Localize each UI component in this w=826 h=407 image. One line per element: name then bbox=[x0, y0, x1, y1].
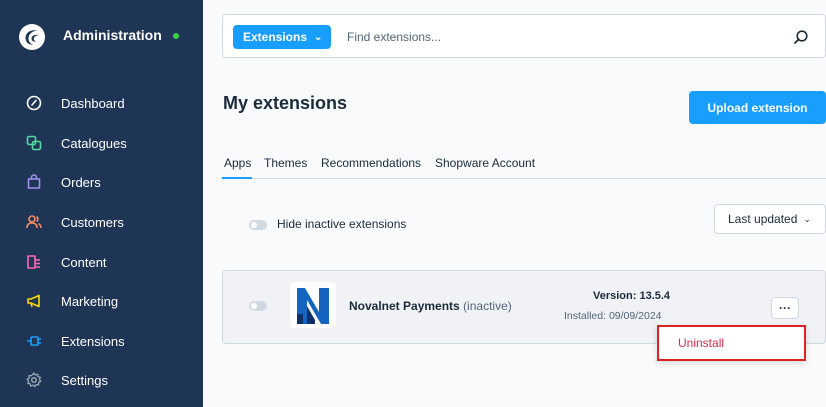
extension-installed-date: Installed: 09/09/2024 bbox=[564, 310, 662, 322]
dashboard-icon bbox=[25, 94, 43, 112]
more-dots-icon: ··· bbox=[779, 301, 791, 315]
sort-select-value: Last updated bbox=[728, 212, 798, 226]
tab-themes[interactable]: Themes bbox=[264, 156, 307, 170]
upload-extension-button[interactable]: Upload extension bbox=[689, 91, 826, 124]
novalnet-logo-icon bbox=[297, 288, 329, 324]
extension-status: (inactive) bbox=[463, 299, 512, 313]
extension-tabs: Apps Themes Recommendations Shopware Acc… bbox=[222, 155, 826, 179]
context-menu: Uninstall bbox=[657, 325, 806, 361]
brand-title: Administration bbox=[63, 27, 162, 43]
sidebar-item-marketing[interactable]: Marketing bbox=[0, 284, 203, 318]
uninstall-menu-item[interactable]: Uninstall bbox=[678, 336, 724, 350]
hide-inactive-label: Hide inactive extensions bbox=[277, 217, 407, 231]
marketing-icon bbox=[25, 292, 43, 310]
global-search-bar: Extensions ⌄ bbox=[222, 14, 826, 58]
chevron-down-icon: ⌄ bbox=[803, 213, 811, 224]
tab-apps[interactable]: Apps bbox=[224, 156, 251, 170]
search-input[interactable] bbox=[347, 27, 767, 47]
sidebar-item-label: Orders bbox=[61, 174, 101, 190]
sidebar-item-settings[interactable]: Settings bbox=[0, 363, 203, 397]
novalnet-logo bbox=[290, 282, 336, 328]
sidebar-item-label: Content bbox=[61, 254, 107, 270]
sidebar-item-label: Settings bbox=[61, 372, 108, 388]
sidebar: Administration Dashboard Catalogues Orde… bbox=[0, 0, 203, 407]
status-online-dot bbox=[173, 33, 179, 39]
customers-icon bbox=[25, 213, 43, 231]
sidebar-item-extensions[interactable]: Extensions bbox=[0, 324, 203, 358]
tab-recommendations[interactable]: Recommendations bbox=[321, 156, 421, 170]
sidebar-item-label: Dashboard bbox=[61, 95, 125, 111]
tab-shopware-account[interactable]: Shopware Account bbox=[435, 156, 535, 170]
hide-inactive-toggle[interactable] bbox=[249, 220, 267, 230]
sidebar-item-dashboard[interactable]: Dashboard bbox=[0, 86, 203, 120]
orders-icon bbox=[25, 173, 43, 191]
search-type-label: Extensions bbox=[243, 30, 308, 44]
chevron-down-icon: ⌄ bbox=[314, 31, 323, 43]
extension-name-line: Novalnet Payments (inactive) bbox=[349, 299, 512, 313]
extensions-icon bbox=[25, 332, 43, 350]
shopware-logo-icon bbox=[19, 24, 45, 50]
sidebar-item-label: Customers bbox=[61, 214, 124, 230]
search-icon[interactable] bbox=[793, 29, 809, 45]
catalogue-icon bbox=[25, 134, 43, 152]
extension-active-toggle[interactable] bbox=[249, 301, 267, 311]
sidebar-item-label: Marketing bbox=[61, 293, 119, 309]
more-actions-button[interactable]: ··· bbox=[771, 297, 799, 319]
content-icon bbox=[25, 253, 43, 271]
active-tab-indicator bbox=[222, 177, 252, 179]
extension-name: Novalnet Payments bbox=[349, 299, 460, 313]
sidebar-item-customers[interactable]: Customers bbox=[0, 205, 203, 239]
settings-icon bbox=[25, 371, 43, 389]
sort-select[interactable]: Last updated ⌄ bbox=[714, 204, 826, 234]
sidebar-item-catalogues[interactable]: Catalogues bbox=[0, 126, 203, 160]
sidebar-item-label: Catalogues bbox=[61, 135, 127, 151]
extension-version: Version: 13.5.4 bbox=[593, 290, 671, 302]
brand-header[interactable]: Administration bbox=[0, 0, 203, 72]
sidebar-item-orders[interactable]: Orders bbox=[0, 165, 203, 199]
page-title: My extensions bbox=[223, 93, 348, 113]
sidebar-item-content[interactable]: Content bbox=[0, 245, 203, 279]
search-type-dropdown[interactable]: Extensions ⌄ bbox=[233, 25, 331, 49]
sidebar-item-label: Extensions bbox=[61, 333, 125, 349]
